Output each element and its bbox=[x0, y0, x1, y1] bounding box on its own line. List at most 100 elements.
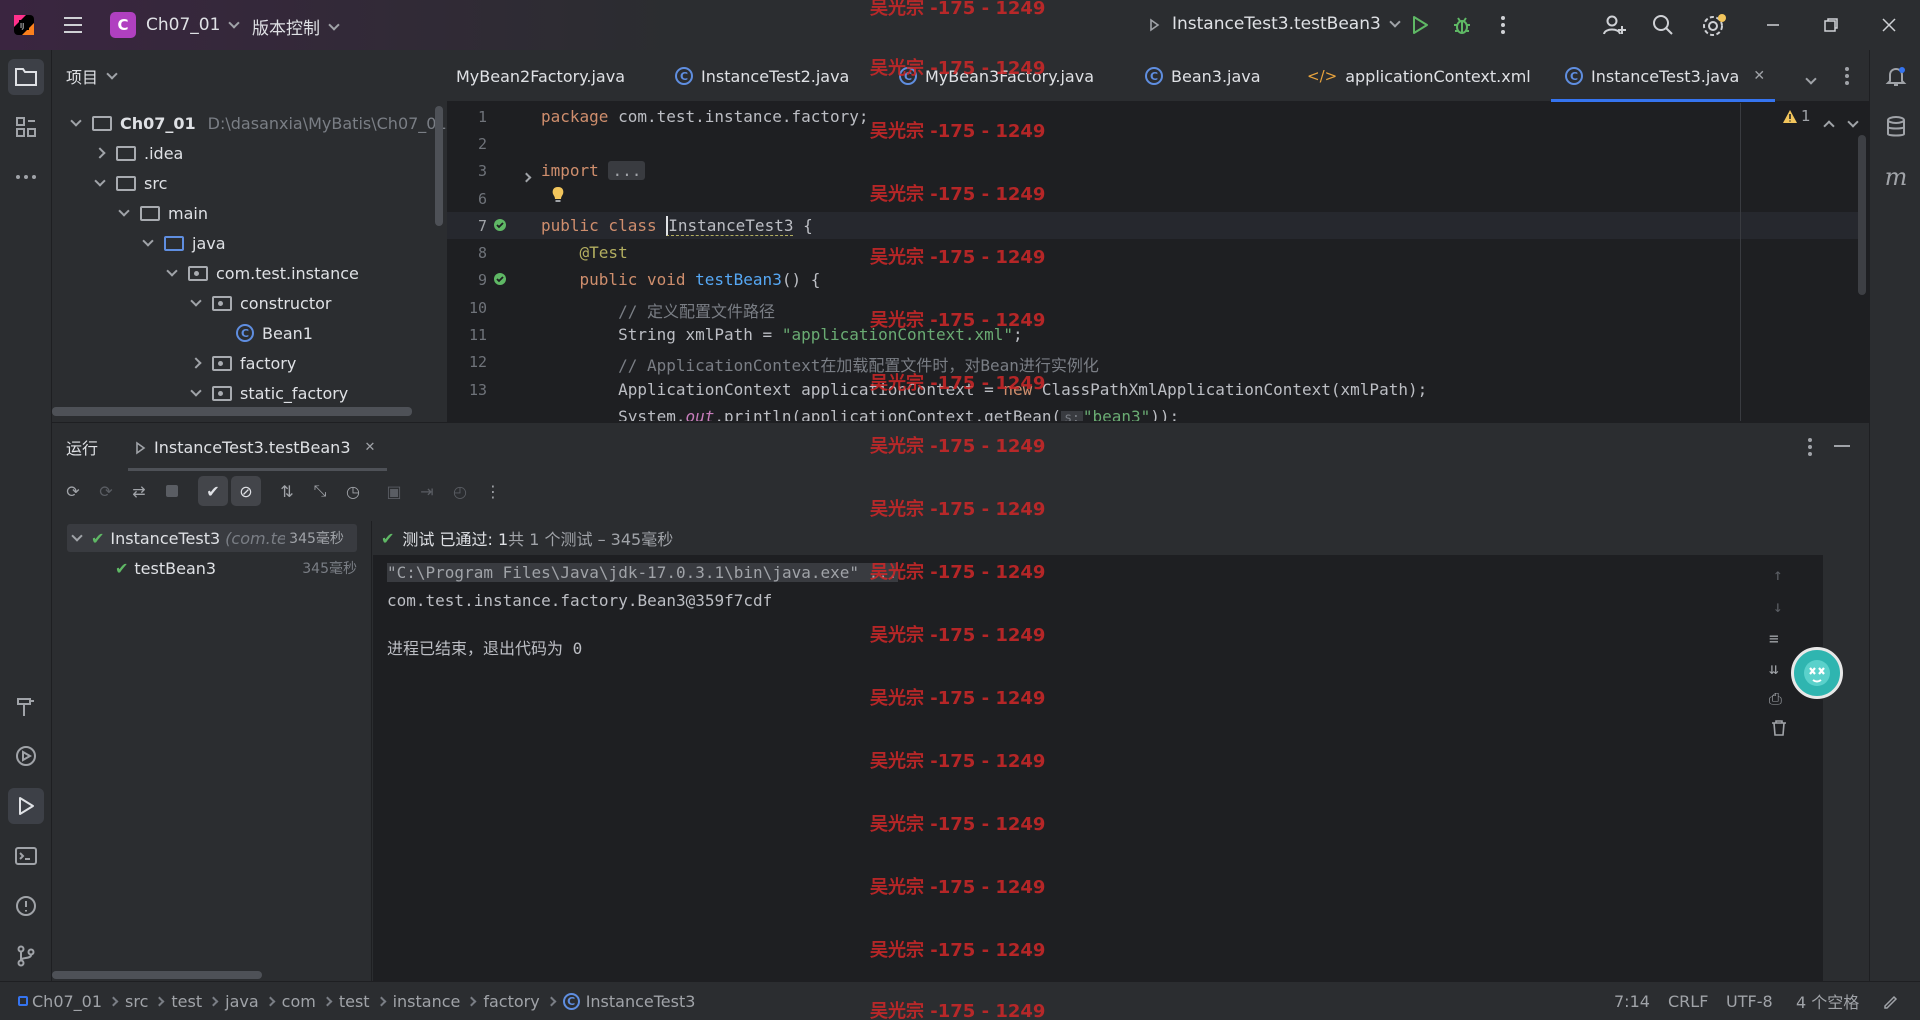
test-history-icon[interactable]: ◴ bbox=[445, 476, 475, 506]
test-tree-scrollbar[interactable] bbox=[52, 971, 262, 979]
close-tab-icon[interactable]: ✕ bbox=[1753, 68, 1765, 84]
problems-icon[interactable] bbox=[8, 888, 44, 924]
prev-highlight-icon[interactable] bbox=[1823, 115, 1835, 134]
expand-arrow-icon[interactable] bbox=[190, 385, 202, 397]
caret-position[interactable]: 7:14 bbox=[1614, 992, 1650, 1011]
search-icon[interactable] bbox=[1651, 13, 1675, 41]
code-editor[interactable]: 1 2 3 6 7 8 9 10 11 12 13 package com.te… bbox=[447, 103, 1869, 421]
tree-item-constructor[interactable]: constructor bbox=[190, 288, 332, 318]
run-config-selector[interactable]: InstanceTest3.testBean3 bbox=[1148, 14, 1401, 34]
hide-panel-icon[interactable] bbox=[1834, 445, 1850, 447]
breadcrumb-item[interactable]: InstanceTest3 bbox=[586, 992, 696, 1011]
tree-item-package[interactable]: com.test.instance bbox=[166, 258, 359, 288]
snapshot-icon[interactable]: ▣ bbox=[379, 476, 409, 506]
project-panel-header[interactable]: 项目 bbox=[52, 50, 447, 102]
database-icon[interactable] bbox=[1878, 109, 1914, 145]
expand-all-icon[interactable]: ⤡ bbox=[305, 476, 335, 506]
stop-icon[interactable] bbox=[157, 476, 187, 506]
line-separator[interactable]: CRLF bbox=[1668, 992, 1708, 1011]
vertical-scrollbar[interactable] bbox=[435, 106, 443, 226]
trash-icon[interactable] bbox=[1771, 719, 1787, 741]
breadcrumb-item[interactable]: test bbox=[339, 992, 370, 1011]
tab-mybean2factory[interactable]: MyBean2Factory.java bbox=[456, 50, 625, 102]
build-hammer-icon[interactable] bbox=[8, 688, 44, 724]
app-logo-icon[interactable]: IJ bbox=[12, 13, 36, 37]
add-user-icon[interactable] bbox=[1602, 13, 1628, 41]
breadcrumb-item[interactable]: Ch07_01 bbox=[32, 992, 102, 1011]
expand-arrow-icon[interactable] bbox=[142, 235, 154, 247]
breadcrumb-item[interactable]: instance bbox=[393, 992, 461, 1011]
test-suite-row[interactable]: ✔ InstanceTest3 (com.te 345毫秒 bbox=[67, 524, 357, 552]
project-tool-button[interactable] bbox=[8, 59, 44, 95]
rerun-icon[interactable]: ⟳ bbox=[58, 476, 88, 506]
import-tests-icon[interactable]: ⇥ bbox=[412, 476, 442, 506]
fold-arrow-icon[interactable] bbox=[521, 166, 532, 185]
assistant-avatar-icon[interactable] bbox=[1791, 647, 1843, 699]
scroll-up-icon[interactable]: ↑ bbox=[1773, 565, 1783, 584]
tab-mybean3factory[interactable]: C MyBean3Factory.java bbox=[899, 50, 1094, 102]
sort-alpha-icon[interactable]: ⇅ bbox=[272, 476, 302, 506]
tree-item-idea[interactable]: .idea bbox=[94, 138, 183, 168]
tree-item-bean1[interactable]: C Bean1 bbox=[236, 318, 313, 348]
horizontal-scrollbar[interactable] bbox=[52, 407, 412, 416]
print-icon[interactable]: ⎙ bbox=[1769, 689, 1782, 709]
run-panel-options-icon[interactable] bbox=[1806, 436, 1814, 462]
test-case-row[interactable]: ✔ testBean3 345毫秒 bbox=[67, 554, 357, 582]
folded-imports[interactable]: ... bbox=[608, 161, 646, 180]
tree-item-main[interactable]: main bbox=[118, 198, 208, 228]
breadcrumb-item[interactable]: java bbox=[225, 992, 259, 1011]
structure-tool-button[interactable] bbox=[8, 109, 44, 145]
breadcrumb-item[interactable]: com bbox=[282, 992, 316, 1011]
breadcrumb-item[interactable]: src bbox=[125, 992, 148, 1011]
close-window-button[interactable] bbox=[1862, 0, 1916, 50]
run-tab[interactable]: InstanceTest3.testBean3 ✕ bbox=[120, 423, 388, 471]
notifications-icon[interactable] bbox=[1878, 59, 1914, 95]
run-icon[interactable] bbox=[1408, 13, 1432, 41]
debug-icon[interactable] bbox=[1450, 13, 1474, 41]
tree-item-factory[interactable]: factory bbox=[190, 348, 296, 378]
tabs-more-icon[interactable] bbox=[1843, 65, 1851, 91]
tab-instancetest3[interactable]: C InstanceTest3.java ✕ bbox=[1551, 50, 1776, 102]
expand-arrow-icon[interactable] bbox=[70, 115, 82, 127]
lightbulb-icon[interactable] bbox=[550, 185, 566, 209]
maven-icon[interactable]: m bbox=[1878, 159, 1914, 195]
breadcrumb-item[interactable]: factory bbox=[483, 992, 539, 1011]
tree-item-java[interactable]: java bbox=[142, 228, 226, 258]
run-test-gutter-icon[interactable] bbox=[492, 217, 510, 239]
tab-list-chevron-icon[interactable] bbox=[1805, 68, 1817, 87]
minimize-button[interactable] bbox=[1746, 0, 1800, 50]
collapse-arrow-icon[interactable] bbox=[94, 147, 106, 159]
run-tool-button[interactable] bbox=[8, 788, 44, 824]
services-icon[interactable] bbox=[8, 738, 44, 774]
show-ignored-icon[interactable]: ⊘ bbox=[231, 476, 261, 506]
git-branch-icon[interactable] bbox=[8, 938, 44, 974]
rerun-failed-icon[interactable]: ⟳ bbox=[91, 476, 121, 506]
breadcrumb-item[interactable]: test bbox=[171, 992, 202, 1011]
toggle-auto-test-icon[interactable]: ⇄ bbox=[124, 476, 154, 506]
show-passed-icon[interactable]: ✔ bbox=[198, 476, 228, 506]
file-encoding[interactable]: UTF-8 bbox=[1726, 992, 1773, 1011]
scroll-down-icon[interactable]: ↓ bbox=[1773, 597, 1783, 616]
tree-item-static-factory[interactable]: static_factory bbox=[190, 378, 348, 408]
warning-indicator[interactable]: 1 bbox=[1782, 107, 1811, 125]
vcs-menu[interactable]: 版本控制 bbox=[252, 14, 340, 39]
tree-item-src[interactable]: src bbox=[94, 168, 167, 198]
scroll-to-end-icon[interactable]: ⇊ bbox=[1769, 659, 1779, 678]
tab-instancetest2[interactable]: C InstanceTest2.java bbox=[675, 50, 849, 102]
console-output[interactable]: "C:\Program Files\Java\jdk-17.0.3.1\bin\… bbox=[373, 555, 1843, 982]
next-highlight-icon[interactable] bbox=[1847, 111, 1859, 130]
more-run-actions-icon[interactable]: ⋮ bbox=[478, 476, 508, 506]
expand-arrow-icon[interactable] bbox=[71, 530, 83, 542]
editor-scrollbar[interactable] bbox=[1858, 135, 1866, 295]
sort-duration-icon[interactable]: ◷ bbox=[338, 476, 368, 506]
run-test-gutter-icon[interactable] bbox=[492, 271, 510, 293]
tab-application-context-xml[interactable]: </> applicationContext.xml bbox=[1307, 50, 1531, 102]
expand-arrow-icon[interactable] bbox=[94, 175, 106, 187]
soft-wrap-icon[interactable]: ≡ bbox=[1769, 629, 1779, 648]
terminal-icon[interactable] bbox=[8, 838, 44, 874]
more-tools-icon[interactable] bbox=[8, 159, 44, 195]
settings-gear-icon[interactable] bbox=[1701, 13, 1727, 43]
collapse-arrow-icon[interactable] bbox=[190, 357, 202, 369]
tree-root[interactable]: Ch07_01 D:\dasanxia\MyBatis\Ch07_01 bbox=[70, 108, 447, 138]
expand-arrow-icon[interactable] bbox=[190, 295, 202, 307]
